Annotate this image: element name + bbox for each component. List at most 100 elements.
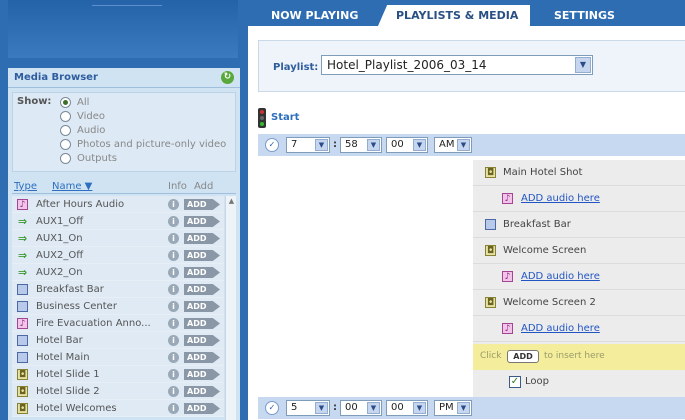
add-button[interactable]: ADD [184, 335, 220, 346]
media-list-item[interactable]: ◘ Hotel Slide 1 i ADD [12, 366, 224, 383]
scrollbar[interactable]: ▲ [225, 196, 236, 420]
chevron-down-icon[interactable]: ▼ [315, 139, 328, 151]
media-list-item[interactable]: ⇒ AUX2_On i ADD [12, 264, 224, 281]
radio-icon[interactable] [60, 124, 71, 136]
media-list-item[interactable]: Business Center i ADD [12, 298, 224, 315]
info-icon[interactable]: i [168, 369, 179, 380]
filter-all[interactable]: All [60, 96, 89, 109]
scroll-up-icon[interactable]: ▲ [227, 197, 236, 206]
slot-add-audio[interactable]: ♪ ADD audio here [473, 186, 685, 212]
add-button[interactable]: ADD [184, 352, 220, 363]
sort-type[interactable]: Type [14, 181, 37, 192]
slot-welcome-screen-2[interactable]: ◘ Welcome Screen 2 [473, 290, 685, 316]
info-icon[interactable]: i [168, 199, 179, 210]
add-button[interactable]: ADD [184, 386, 220, 397]
media-list-item[interactable]: ♪ Fire Evacuation Anno... i ADD [12, 315, 224, 332]
chevron-down-icon[interactable]: ▼ [457, 402, 470, 414]
chevron-down-icon[interactable]: ▼ [367, 402, 380, 414]
radio-icon[interactable] [60, 152, 71, 164]
media-list-item[interactable]: Hotel Main i ADD [12, 349, 224, 366]
add-button[interactable]: ADD [184, 403, 220, 414]
tab-now-playing[interactable]: NOW PLAYING [271, 9, 358, 22]
end-ampm-select[interactable]: PM ▼ [434, 400, 472, 416]
tab-bar: NOW PLAYING PLAYLISTS & MEDIA SETTINGS [248, 0, 685, 26]
info-icon[interactable]: i [168, 216, 179, 227]
filter-outputs[interactable]: Outputs [60, 152, 117, 165]
loop-checkbox[interactable]: ✓ [509, 376, 521, 388]
output-icon: ⇒ [17, 249, 28, 262]
slot-welcome-screen[interactable]: ◘ Welcome Screen [473, 238, 685, 264]
radio-icon[interactable] [60, 138, 71, 150]
media-list-item[interactable]: ⇒ AUX1_On i ADD [12, 230, 224, 247]
loop-label: Loop [525, 376, 549, 387]
media-browser: Media Browser ↻ Show: All Video Audio Ph… [8, 68, 240, 420]
info-icon[interactable]: i [168, 267, 179, 278]
start-minute-select[interactable]: 58 ▼ [340, 137, 382, 153]
add-audio-link[interactable]: ADD audio here [521, 271, 600, 282]
slot-main-hotel-shot[interactable]: ◘ Main Hotel Shot [473, 160, 685, 186]
add-button[interactable]: ADD [184, 301, 220, 312]
add-audio-link[interactable]: ADD audio here [521, 323, 600, 334]
info-icon[interactable]: i [168, 284, 179, 295]
add-button[interactable]: ADD [184, 318, 220, 329]
start-ampm-select[interactable]: AM ▼ [434, 137, 472, 153]
end-hour-select[interactable]: 5 ▼ [286, 400, 330, 416]
add-button[interactable]: ADD [184, 216, 220, 227]
add-button[interactable]: ADD [184, 199, 220, 210]
chevron-down-icon[interactable]: ▼ [413, 139, 426, 151]
info-icon[interactable]: i [168, 318, 179, 329]
info-icon[interactable]: i [168, 386, 179, 397]
media-list-item[interactable]: Hotel Bar i ADD [12, 332, 224, 349]
sort-name[interactable]: Name ▼ [52, 181, 92, 192]
chevron-down-icon[interactable]: ▼ [457, 139, 470, 151]
info-icon[interactable]: i [168, 403, 179, 414]
chevron-down-icon[interactable]: ▼ [575, 57, 591, 73]
radio-icon[interactable] [60, 96, 71, 108]
info-icon[interactable]: i [168, 335, 179, 346]
end-second-select[interactable]: 00 ▼ [386, 400, 428, 416]
slot-breakfast-bar[interactable]: Breakfast Bar [473, 212, 685, 238]
mosaic-icon [17, 352, 28, 363]
minute-value: 00 [345, 402, 358, 413]
filter-photos[interactable]: Photos and picture-only video [60, 138, 226, 151]
info-icon[interactable]: i [168, 250, 179, 261]
media-list-item[interactable]: ⇒ AUX2_Off i ADD [12, 247, 224, 264]
ampm-value: AM [439, 139, 455, 150]
chevron-down-icon[interactable]: ▼ [315, 402, 328, 414]
add-button[interactable]: ADD [184, 233, 220, 244]
media-list-item[interactable]: ♪ After Hours Audio i ADD [12, 196, 224, 213]
info-icon[interactable]: i [168, 233, 179, 244]
end-minute-select[interactable]: 00 ▼ [340, 400, 382, 416]
add-button[interactable]: ADD [184, 267, 220, 278]
add-audio-link[interactable]: ADD audio here [521, 193, 600, 204]
tab-settings[interactable]: SETTINGS [554, 9, 615, 22]
info-icon[interactable]: i [168, 352, 179, 363]
media-list-item[interactable]: ⇒ AUX1_Off i ADD [12, 213, 224, 230]
add-button[interactable]: ADD [184, 250, 220, 261]
add-button[interactable]: ADD [184, 369, 220, 380]
refresh-icon[interactable]: ↻ [221, 71, 234, 84]
media-item-name: Hotel Slide 2 [36, 386, 100, 397]
hour-value: 7 [291, 139, 298, 150]
radio-icon[interactable] [60, 110, 71, 122]
filter-label: Audio [77, 125, 106, 136]
media-list-item[interactable]: ◘ Hotel Slide 2 i ADD [12, 383, 224, 400]
info-icon[interactable]: i [168, 301, 179, 312]
insert-here-bar[interactable]: Click ADD to insert here [473, 344, 685, 370]
playlist-select[interactable]: Hotel_Playlist_2006_03_14 ▼ [321, 55, 593, 75]
slot-add-audio[interactable]: ♪ ADD audio here [473, 264, 685, 290]
media-item-name: AUX2_Off [36, 250, 84, 261]
media-item-name: Breakfast Bar [36, 284, 104, 295]
start-second-select[interactable]: 00 ▼ [386, 137, 428, 153]
filter-audio[interactable]: Audio [60, 124, 105, 137]
filter-video[interactable]: Video [60, 110, 105, 123]
chevron-down-icon[interactable]: ▼ [367, 139, 380, 151]
slot-title: Welcome Screen 2 [503, 297, 596, 308]
media-list-item[interactable]: ◘ Hotel Welcomes i ADD [12, 400, 224, 417]
chevron-down-icon[interactable]: ▼ [413, 402, 426, 414]
tab-playlists-media[interactable]: PLAYLISTS & MEDIA [378, 5, 531, 26]
add-button[interactable]: ADD [184, 284, 220, 295]
start-hour-select[interactable]: 7 ▼ [286, 137, 330, 153]
slot-add-audio[interactable]: ♪ ADD audio here [473, 316, 685, 342]
media-list-item[interactable]: Breakfast Bar i ADD [12, 281, 224, 298]
